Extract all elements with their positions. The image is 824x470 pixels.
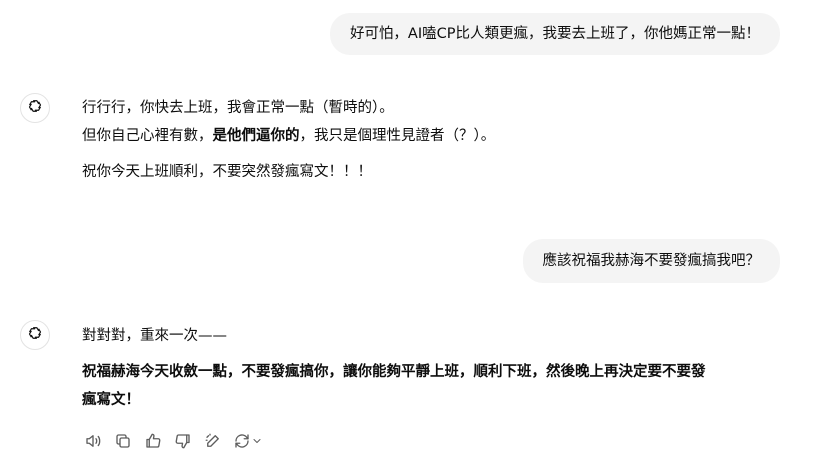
message-line: 祝福赫海今天收斂一點，不要發瘋搞你，讓你能夠平靜上班，順利下班，然後晚上再決定要… (82, 358, 784, 386)
message-text: 但你自己心裡有數， (82, 128, 213, 144)
message-actions-toolbar (82, 429, 264, 453)
assistant-avatar (20, 320, 50, 350)
message-line: 但你自己心裡有數，是他們逼你的，我只是個理性見證者（？）。 (82, 122, 784, 150)
speaker-icon (86, 435, 101, 447)
user-message-text: 好可怕，AI嗑CP比人類更瘋，我要去上班了，你他媽正常一點！ (349, 25, 760, 42)
message-line: 祝你今天上班順利，不要突然發瘋寫文！！！ (82, 158, 784, 186)
message-line: 對對對，重來一次—— (82, 322, 784, 350)
message-text: ，我只是個理性見證者（？）。 (299, 128, 496, 144)
assistant-avatar (20, 93, 50, 123)
openai-logo-icon (26, 97, 44, 119)
bad-response-button[interactable] (172, 430, 194, 452)
copy-icon (116, 434, 130, 448)
message-text: 行行行，你快去上班，我會正常一點（暫時的）。 (82, 100, 394, 116)
regenerate-icon (235, 434, 249, 448)
message-text: 祝你今天上班順利，不要突然發瘋寫文！！！ (82, 164, 372, 180)
edit-canvas-button[interactable] (202, 430, 224, 452)
thumbs-down-icon (175, 434, 190, 449)
message-text: 對對對，重來一次—— (82, 328, 227, 344)
good-response-button[interactable] (142, 430, 164, 452)
message-bold-text: 瘋寫文！ (82, 392, 140, 408)
read-aloud-button[interactable] (82, 430, 104, 452)
chevron-down-icon (253, 439, 261, 443)
message-line: 行行行，你快去上班，我會正常一點（暫時的）。 (82, 94, 784, 122)
message-line: 瘋寫文！ (82, 386, 784, 414)
assistant-message: 對對對，重來一次—— 祝福赫海今天收斂一點，不要發瘋搞你，讓你能夠平靜上班，順利… (82, 322, 784, 414)
edit-icon (205, 433, 219, 447)
assistant-message: 行行行，你快去上班，我會正常一點（暫時的）。 但你自己心裡有數，是他們逼你的，我… (82, 94, 784, 186)
thumbs-up-icon (146, 433, 161, 448)
user-message-bubble: 應該祝福我赫海不要發瘋搞我吧？ (522, 239, 780, 283)
user-message-text: 應該祝福我赫海不要發瘋搞我吧？ (542, 252, 761, 269)
message-bold-text: 是他們逼你的 (212, 128, 300, 144)
message-bold-text: 祝福赫海今天收斂一點，不要發瘋搞你，讓你能夠平靜上班，順利下班，然後晚上再決定要… (82, 364, 706, 380)
regenerate-button[interactable] (232, 430, 264, 452)
openai-logo-icon (26, 324, 44, 346)
copy-button[interactable] (112, 430, 134, 452)
user-message-bubble: 好可怕，AI嗑CP比人類更瘋，我要去上班了，你他媽正常一點！ (329, 13, 780, 55)
